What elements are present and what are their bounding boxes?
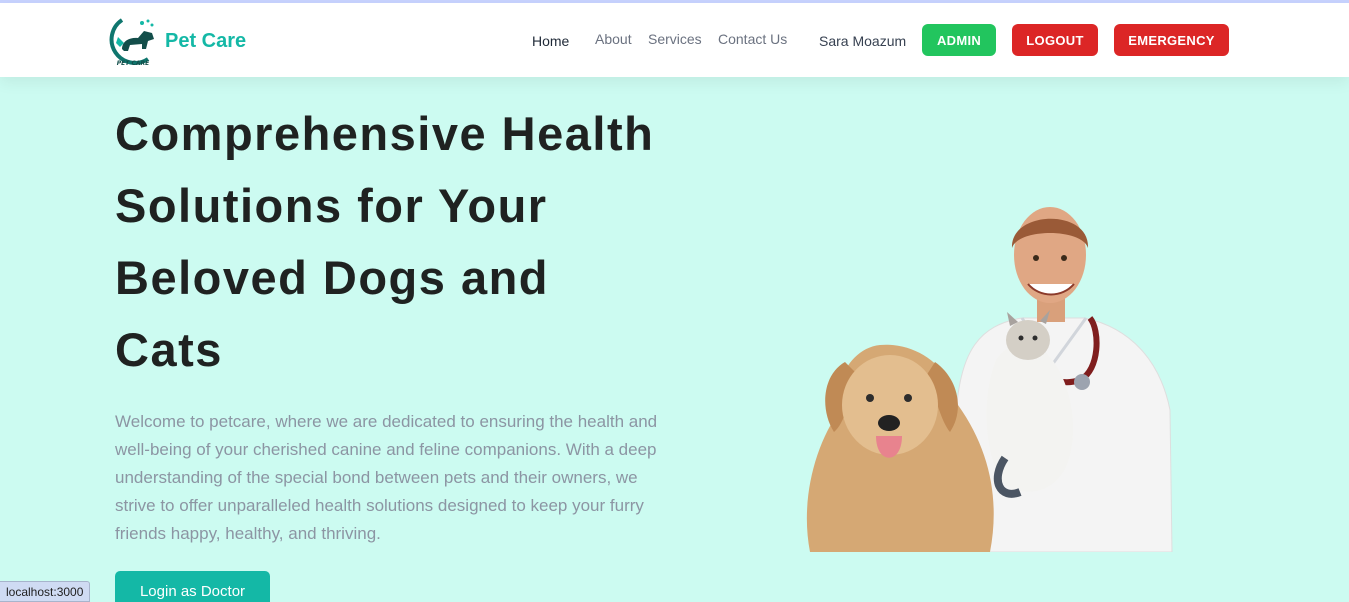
hero-title-line: Comprehensive Health [115, 107, 655, 160]
nav-services[interactable]: Services [648, 31, 702, 47]
hero-title-line: Cats [115, 323, 223, 376]
svg-text:PET CARE: PET CARE [117, 60, 150, 67]
nav-contact-us[interactable]: Contact Us [718, 31, 787, 47]
pet-care-logo-icon[interactable]: PET CARE [108, 15, 158, 67]
vet-with-dog-and-cat-image [806, 207, 1173, 552]
brand-name[interactable]: Pet Care [165, 30, 246, 53]
admin-button[interactable]: ADMIN [922, 24, 996, 56]
hero-description: Welcome to petcare, where we are dedicat… [115, 412, 658, 543]
nav-about[interactable]: About [595, 31, 632, 47]
logout-button[interactable]: LOGOUT [1012, 24, 1098, 56]
navbar: PET CARE Pet Care Home About Services Co… [0, 3, 1349, 77]
hero-title: Comprehensive Health Solutions for Your … [115, 98, 695, 386]
hero-title-line: Beloved Dogs and [115, 251, 550, 304]
emergency-button[interactable]: EMERGENCY [1114, 24, 1229, 56]
status-bar-url: localhost:3000 [0, 581, 91, 602]
nav-home[interactable]: Home [532, 33, 569, 49]
login-as-doctor-button[interactable]: Login as Doctor [115, 571, 270, 602]
user-name: Sara Moazum [819, 33, 907, 49]
hero-title-line: Solutions for Your [115, 179, 548, 232]
